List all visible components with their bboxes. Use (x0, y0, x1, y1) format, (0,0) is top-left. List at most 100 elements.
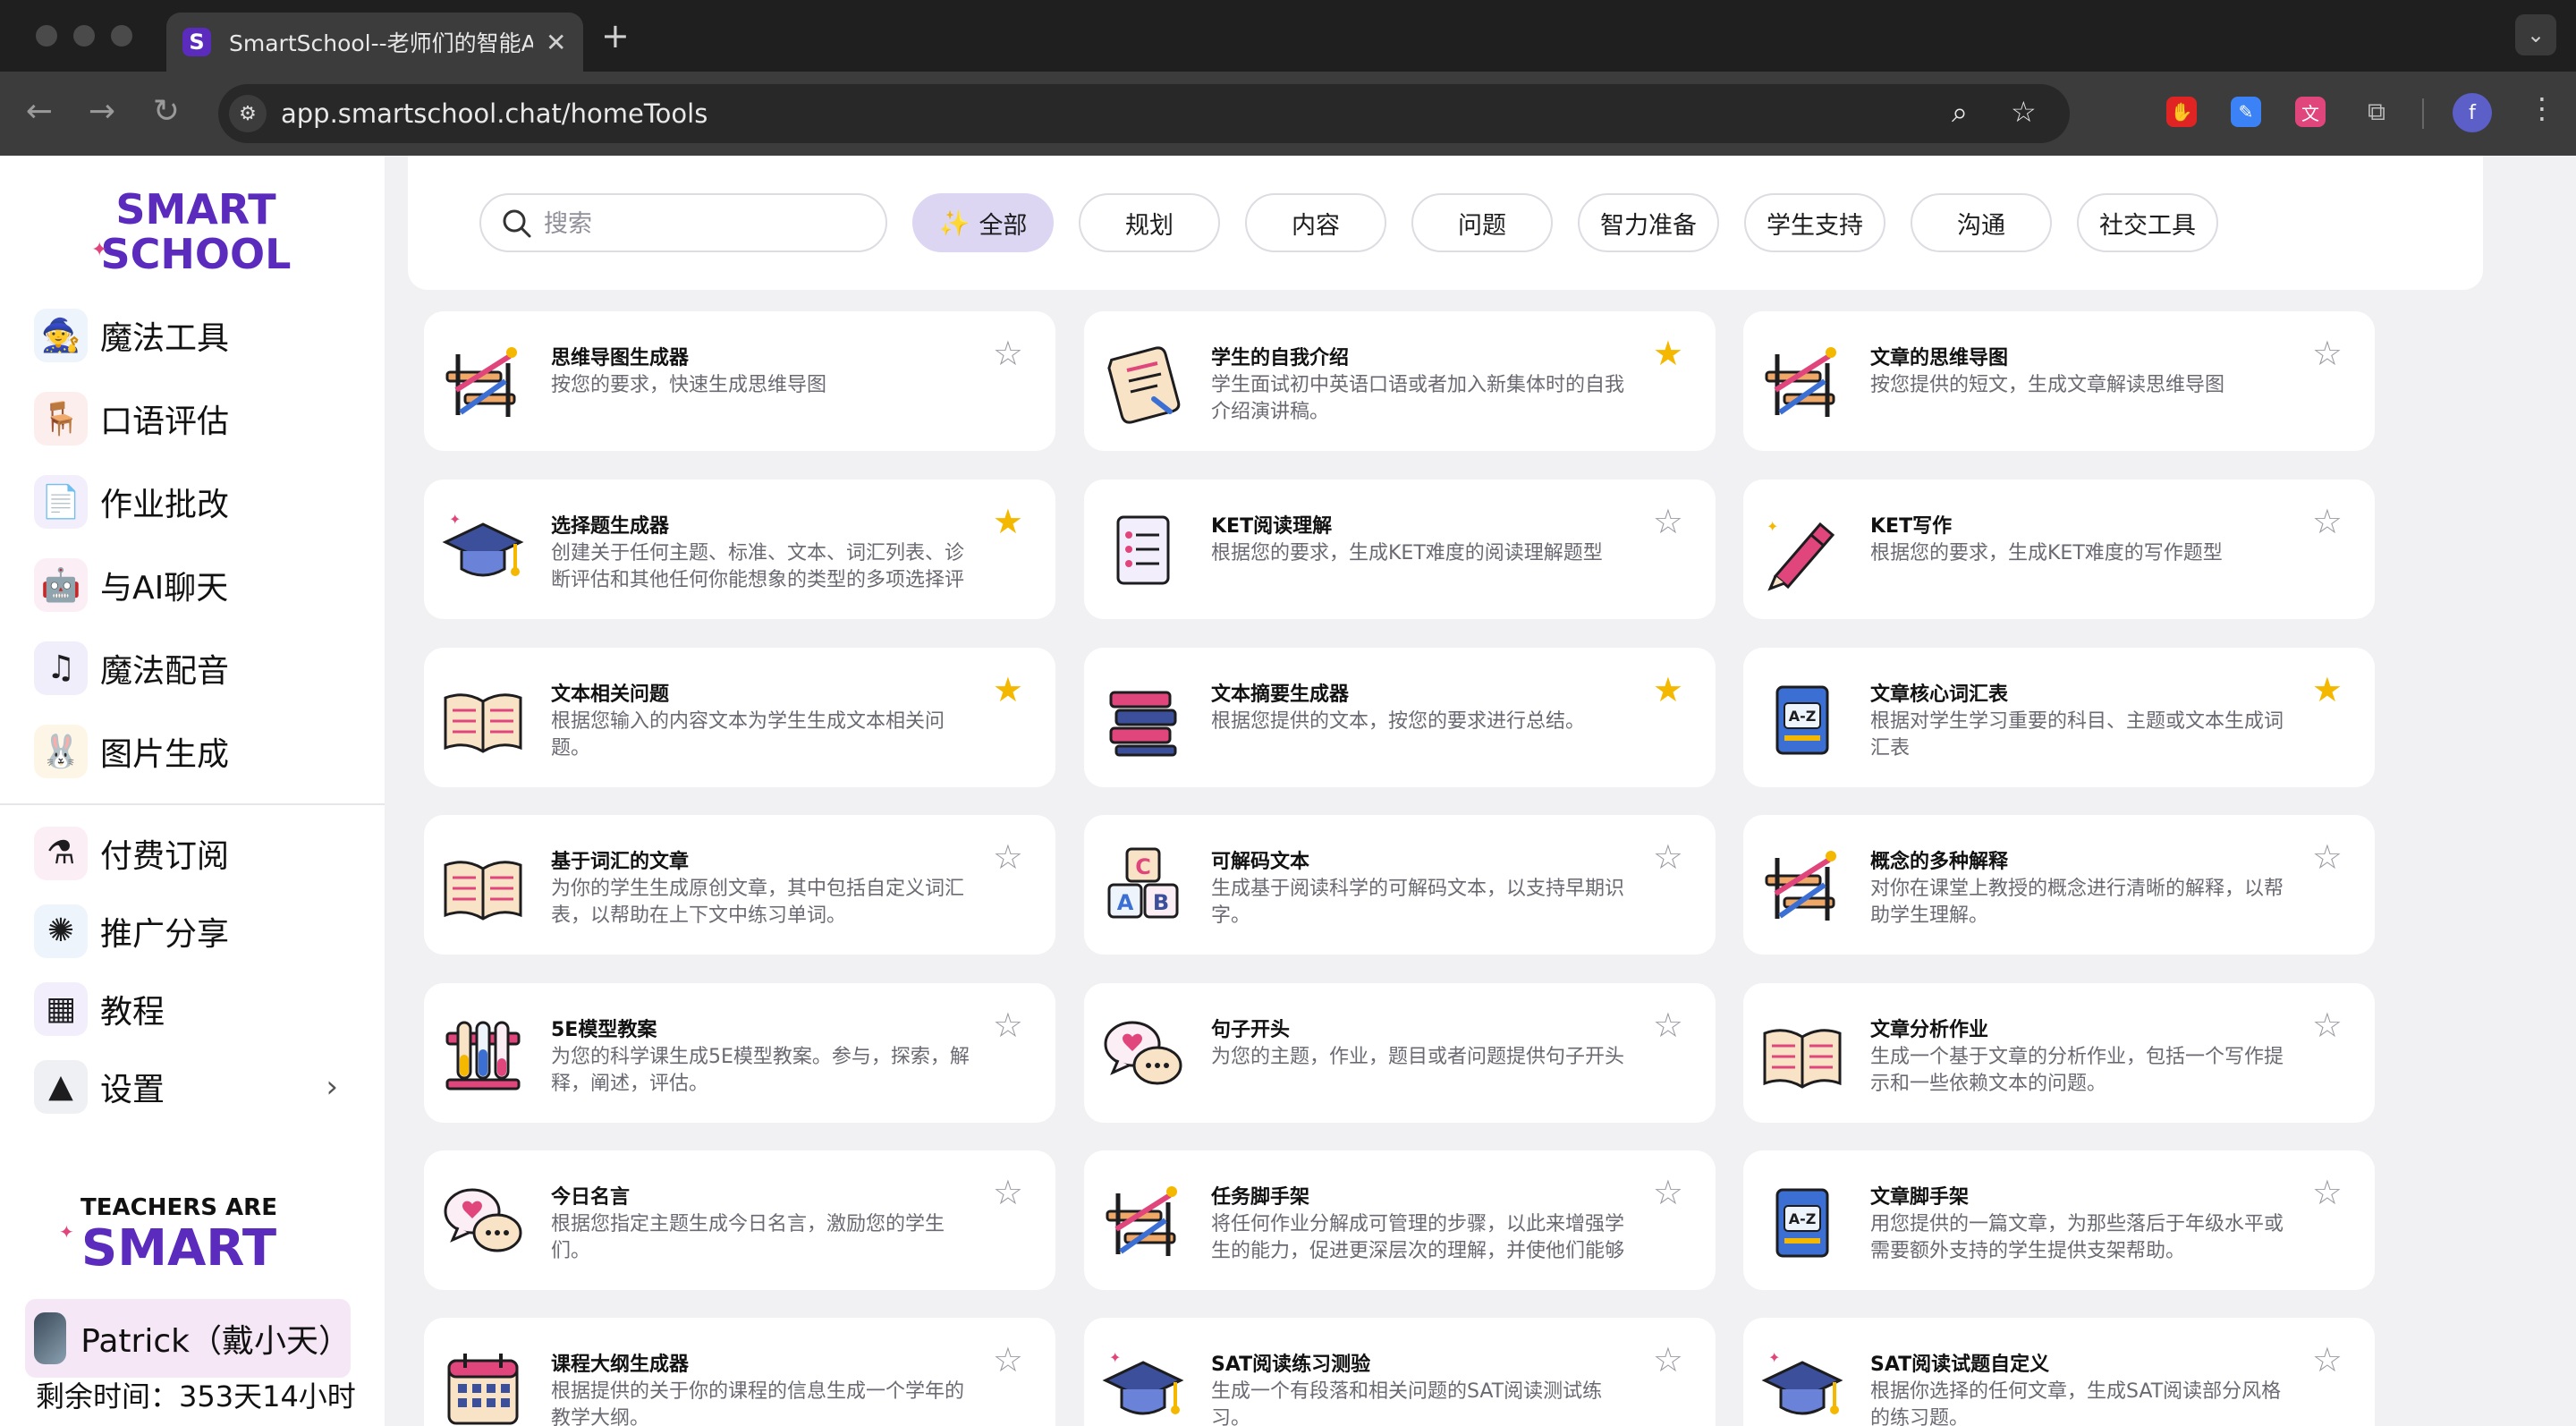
maximize-window-icon[interactable] (111, 25, 132, 47)
smartschool-logo[interactable]: SMART SCHOOL ✦ (84, 182, 308, 272)
back-arrow-icon[interactable]: ← (20, 93, 59, 130)
filter-student-support[interactable]: 学生支持 (1744, 193, 1885, 252)
tab-search-chevron-icon[interactable]: ⌄ (2515, 14, 2556, 55)
tool-card[interactable]: 文本摘要生成器 根据您提供的文本，按您的要求进行总结。 ★ (1084, 648, 1716, 787)
menu-item-magic-dubbing[interactable]: ♫ 魔法配音 (34, 626, 374, 709)
tool-card[interactable]: A-Z 文章脚手架 用您提供的一篇文章，为那些落后于年级水平或需要额外支持的学生提供… (1743, 1150, 2375, 1290)
tool-title: KET写作 (1870, 515, 1953, 538)
search-box[interactable] (479, 193, 887, 252)
profile-avatar-icon[interactable]: f (2453, 93, 2492, 132)
minimize-window-icon[interactable] (73, 25, 95, 47)
star-outline-icon[interactable]: ☆ (1653, 1343, 1683, 1377)
chevron-right-icon[interactable]: › (326, 1069, 338, 1105)
star-outline-icon[interactable]: ☆ (993, 336, 1023, 370)
edit-extension-icon[interactable]: ✎ (2231, 97, 2261, 127)
menu-item-tutorial[interactable]: ▦ 教程 (34, 970, 374, 1048)
forward-arrow-icon[interactable]: → (82, 93, 122, 130)
tool-card[interactable]: ✦ 选择题生成器 创建关于任何主题、标准、文本、词汇列表、诊断评估和其他任何你能想象… (424, 480, 1055, 619)
menu-item-settings[interactable]: ▲ 设置 › (34, 1048, 374, 1125)
star-outline-icon[interactable]: ☆ (2312, 1176, 2343, 1210)
svg-text:A-Z: A-Z (1789, 1210, 1817, 1227)
tool-card[interactable]: 句子开头 为您的主题，作业，题目或者问题提供句子开头 ☆ (1084, 983, 1716, 1123)
star-outline-icon[interactable]: ☆ (2312, 336, 2343, 370)
filter-content[interactable]: 内容 (1245, 193, 1386, 252)
filter-planning[interactable]: 规划 (1079, 193, 1220, 252)
tool-card[interactable]: 文章分析作业 生成一个基于文章的分析作业，包括一个写作提示和一些依赖文本的问题。 ☆ (1743, 983, 2375, 1123)
filter-intellectual-prep[interactable]: 智力准备 (1578, 193, 1719, 252)
browser-tab[interactable]: S SmartSchool--老师们的智能AI助手 ✕ (166, 13, 583, 72)
url-text[interactable]: app.smartschool.chat/homeTools (281, 98, 708, 129)
menu-item-ai-chat[interactable]: 🤖 与AI聊天 (34, 543, 374, 626)
tool-card[interactable]: 文本相关问题 根据您输入的内容文本为学生生成文本相关问题。 ★ (424, 648, 1055, 787)
tool-card[interactable]: 5E模型教案 为您的科学课生成5E模型教案。参与，探索，解释，阐述，评估。 ☆ (424, 983, 1055, 1123)
tool-card[interactable]: A-Z 文章核心词汇表 根据对学生学习重要的科目、主题或文本生成词汇表 ★ (1743, 648, 2375, 787)
star-filled-icon[interactable]: ★ (2312, 673, 2343, 707)
close-tab-icon[interactable]: ✕ (546, 28, 566, 57)
star-outline-icon[interactable]: ☆ (1653, 840, 1683, 874)
tool-card[interactable]: KET阅读理解 根据您的要求，生成KET难度的阅读理解题型 ☆ (1084, 480, 1716, 619)
search-input[interactable] (544, 206, 866, 242)
tool-card[interactable]: 基于词汇的文章 为你的学生生成原创文章，其中包括自定义词汇表，以帮助在上下文中练习… (424, 815, 1055, 955)
close-window-icon[interactable] (36, 25, 57, 47)
tool-card[interactable]: 思维导图生成器 按您的要求，快速生成思维导图 ☆ (424, 311, 1055, 451)
zoom-icon[interactable]: ⌕ (1952, 95, 1968, 130)
tool-card[interactable]: ✦ SAT阅读试题自定义 根据你选择的任何文章，生成SAT阅读部分风格的练习题。 ☆ (1743, 1318, 2375, 1426)
adblock-extension-icon[interactable]: ✋ (2166, 97, 2197, 127)
tool-card[interactable]: ✦ SAT阅读练习测验 生成一个有段落和相关问题的SAT阅读测试练习。 ☆ (1084, 1318, 1716, 1426)
star-outline-icon[interactable]: ☆ (993, 1343, 1023, 1377)
star-outline-icon[interactable]: ☆ (993, 1176, 1023, 1210)
tool-card[interactable]: ✦ KET写作 根据您的要求，生成KET难度的写作题型 ☆ (1743, 480, 2375, 619)
filter-questions[interactable]: 问题 (1411, 193, 1553, 252)
menu-item-speaking-assessment[interactable]: 🪑 口语评估 (34, 377, 374, 460)
tool-title: SAT阅读试题自定义 (1870, 1354, 2050, 1376)
tool-card[interactable]: 文章的思维导图 按您提供的短文，生成文章解读思维导图 ☆ (1743, 311, 2375, 451)
site-info-icon[interactable]: ⚙ (229, 95, 267, 132)
tool-card[interactable]: C A B 可解码文本 生成基于阅读科学的可解码文本，以支持早期识字。 ☆ (1084, 815, 1716, 955)
star-filled-icon[interactable]: ★ (1653, 336, 1683, 370)
tool-card[interactable]: 任务脚手架 将任何作业分解成可管理的步骤，以此来增强学生的能力，促进更深层次的理解… (1084, 1150, 1716, 1290)
star-outline-icon[interactable]: ☆ (993, 840, 1023, 874)
user-avatar (34, 1312, 67, 1364)
tool-title: 课程大纲生成器 (551, 1354, 690, 1376)
star-outline-icon[interactable]: ☆ (2312, 505, 2343, 539)
tool-card[interactable]: 今日名言 根据您指定主题生成今日名言，激励您的学生们。 ☆ (424, 1150, 1055, 1290)
filter-all[interactable]: ✨ 全部 (912, 193, 1054, 252)
star-outline-icon[interactable]: ☆ (2312, 1343, 2343, 1377)
address-bar[interactable]: ⚙ app.smartschool.chat/homeTools ⌕ ☆ (218, 84, 2070, 143)
tool-description: 对你在课堂上教授的概念进行清晰的解释，以帮助学生理解。 (1870, 878, 2284, 927)
tool-description: 根据您指定主题生成今日名言，激励您的学生们。 (551, 1213, 945, 1262)
reload-icon[interactable]: ↻ (147, 93, 186, 130)
menu-item-label: 作业批改 (100, 486, 230, 523)
star-outline-icon[interactable]: ☆ (993, 1008, 1023, 1042)
user-profile-card[interactable]: Patrick（戴小天） (25, 1299, 351, 1378)
star-outline-icon[interactable]: ☆ (2312, 840, 2343, 874)
firework-icon: ✺ (34, 904, 88, 958)
tool-card[interactable]: 课程大纲生成器 根据提供的关于你的课程的信息生成一个学年的教学大纲。 ☆ (424, 1318, 1055, 1426)
menu-item-referral[interactable]: ✺ 推广分享 (34, 892, 374, 970)
filter-social-tools[interactable]: 社交工具 (2077, 193, 2218, 252)
new-tab-button[interactable]: + (601, 16, 630, 55)
menu-item-subscription[interactable]: ⚗ 付费订阅 (34, 814, 374, 892)
pyramid-icon: ▲ (34, 1059, 88, 1114)
star-outline-icon[interactable]: ☆ (1653, 1176, 1683, 1210)
more-menu-icon[interactable]: ⋮ (2528, 91, 2556, 125)
tool-card[interactable]: 学生的自我介绍 学生面试初中英语口语或者加入新集体时的自我介绍演讲稿。 ★ (1084, 311, 1716, 451)
tool-title: 文章脚手架 (1870, 1186, 1970, 1209)
star-outline-icon[interactable]: ☆ (1653, 505, 1683, 539)
menu-item-magic-tools[interactable]: 🧙 魔法工具 (34, 293, 374, 377)
star-filled-icon[interactable]: ★ (993, 673, 1023, 707)
translate-extension-icon[interactable]: 文 (2295, 97, 2326, 127)
star-filled-icon[interactable]: ★ (993, 505, 1023, 539)
tool-card[interactable]: 概念的多种解释 对你在课堂上教授的概念进行清晰的解释，以帮助学生理解。 ☆ (1743, 815, 2375, 955)
filter-label: 全部 (979, 211, 1028, 240)
extensions-puzzle-icon[interactable]: ⧉ (2361, 97, 2392, 127)
star-outline-icon[interactable]: ☆ (1653, 1008, 1683, 1042)
menu-item-image-generation[interactable]: 🐰 图片生成 (34, 709, 374, 793)
star-filled-icon[interactable]: ★ (1653, 673, 1683, 707)
menu-item-homework-grading[interactable]: 📄 作业批改 (34, 460, 374, 543)
menu-item-label: 魔法工具 (100, 319, 230, 357)
star-outline-icon[interactable]: ☆ (2312, 1008, 2343, 1042)
window-controls[interactable] (36, 25, 132, 47)
bookmark-star-icon[interactable]: ☆ (2011, 95, 2037, 129)
filter-communication[interactable]: 沟通 (1911, 193, 2052, 252)
